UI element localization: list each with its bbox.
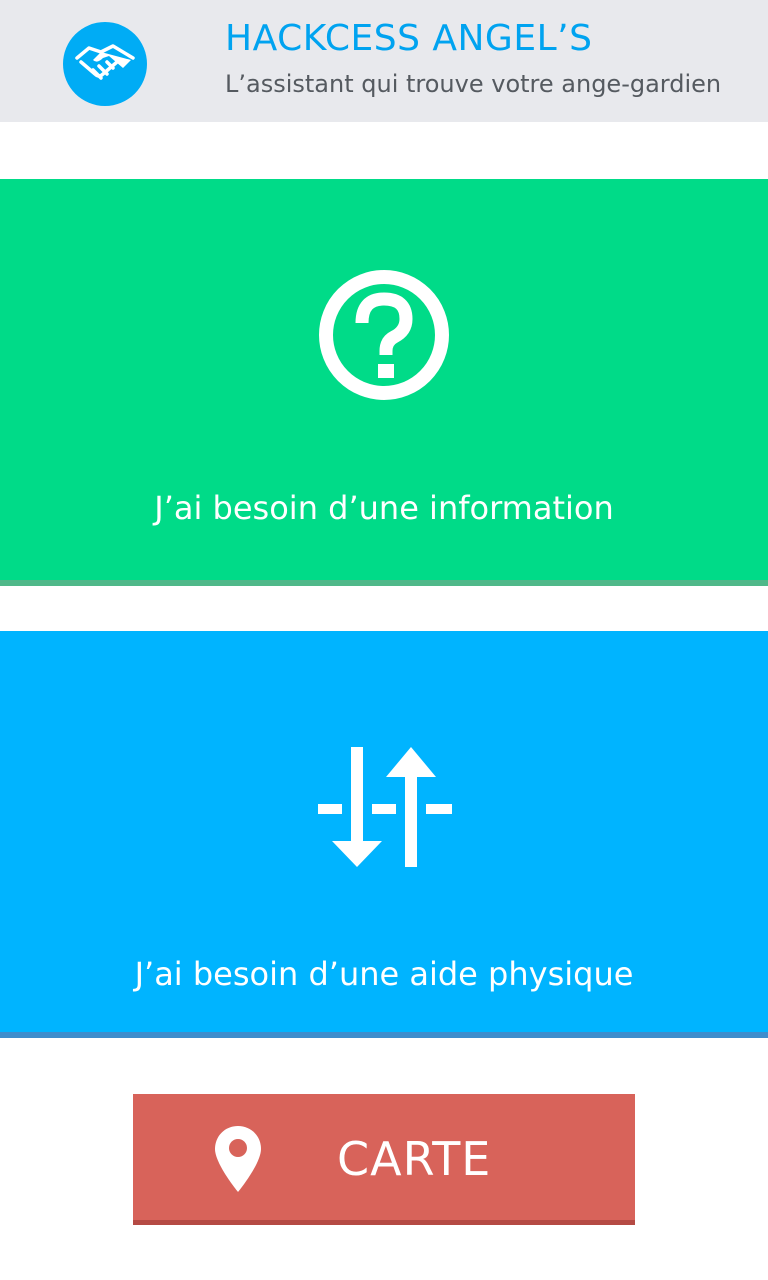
information-card-label: J’ai besoin d’une information — [154, 489, 614, 527]
up-down-arrows-icon — [316, 741, 452, 877]
question-circle-icon — [316, 267, 452, 403]
app-header: HACKCESS ANGEL’S L’assistant qui trouve … — [0, 0, 768, 122]
map-pin-icon — [213, 1124, 263, 1198]
map-button-label: CARTE — [337, 1132, 492, 1186]
app-subtitle: L’assistant qui trouve votre ange-gardie… — [225, 70, 722, 98]
physical-help-card-button[interactable]: J’ai besoin d’une aide physique — [0, 631, 768, 1038]
physical-help-card-label: J’ai besoin d’une aide physique — [134, 955, 634, 993]
information-card-button[interactable]: J’ai besoin d’une information — [0, 179, 768, 586]
handshake-icon — [63, 22, 147, 106]
map-button[interactable]: CARTE — [133, 1094, 635, 1225]
app-title: HACKCESS ANGEL’S — [225, 18, 593, 59]
